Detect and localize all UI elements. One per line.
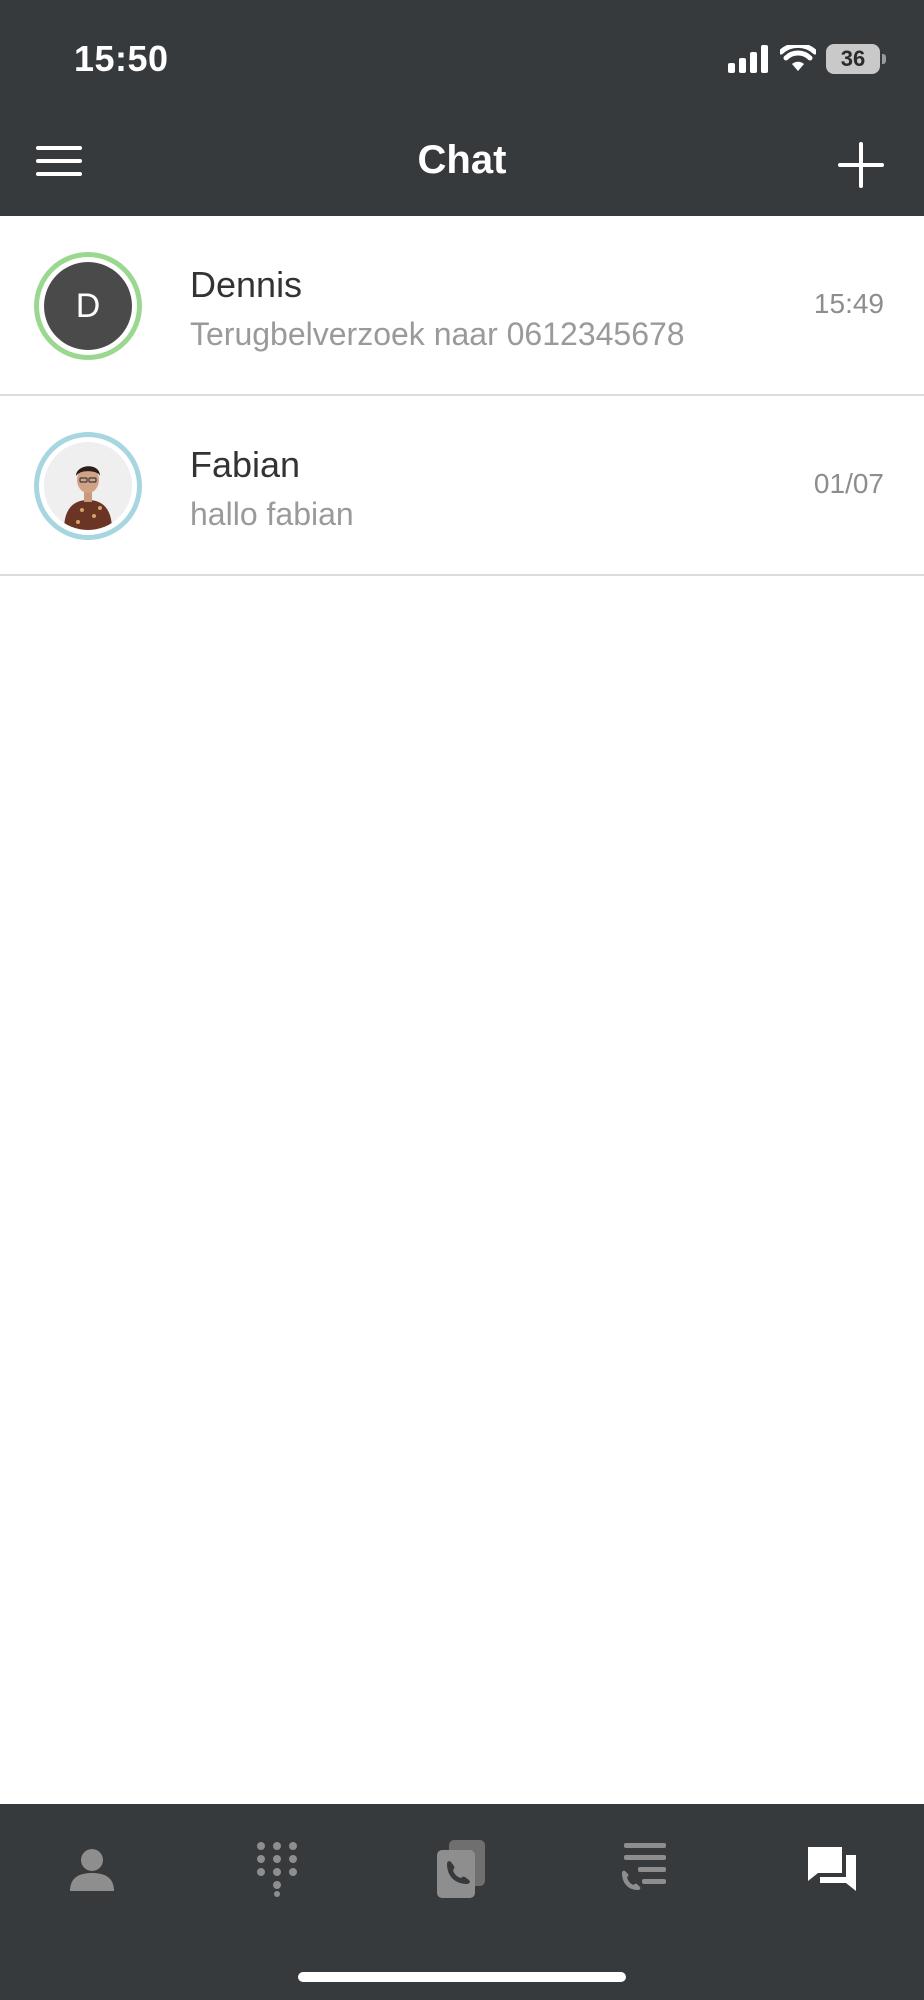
chat-contact-name: Dennis <box>190 264 303 305</box>
chat-timestamp: 01/07 <box>813 468 884 499</box>
battery-level: 36 <box>840 46 866 71</box>
add-chat-icon[interactable] <box>838 142 884 188</box>
home-indicator <box>298 1972 626 1982</box>
status-icons: 36 <box>728 40 886 78</box>
tab-history[interactable] <box>594 1834 694 1904</box>
wifi-icon <box>780 45 816 71</box>
chat-timestamp: 15:49 <box>813 288 884 319</box>
person-icon <box>70 1849 114 1891</box>
tab-calls[interactable] <box>410 1834 510 1904</box>
chat-last-message: Terugbelverzoek naar 0612345678 <box>190 316 685 352</box>
person-photo-icon <box>44 442 132 530</box>
phone-cards-icon <box>437 1840 485 1898</box>
battery-icon: 36 <box>826 44 886 74</box>
avatar-ring <box>34 432 142 540</box>
chat-contact-name: Fabian <box>190 444 301 485</box>
avatar-photo <box>44 442 132 530</box>
bottom-tab-bar <box>0 1804 924 2000</box>
tab-contacts[interactable] <box>42 1834 142 1904</box>
avatar: D <box>44 262 132 350</box>
avatar-ring: D <box>34 252 142 360</box>
chat-bubbles-icon <box>808 1847 856 1891</box>
cellular-signal-icon <box>728 45 768 73</box>
chat-list-item-dennis[interactable]: D Dennis Terugbelverzoek naar 0612345678… <box>0 216 924 396</box>
app-header: 15:50 36 Chat <box>0 0 924 216</box>
call-history-icon <box>622 1843 666 1890</box>
chat-list: D Dennis Terugbelverzoek naar 0612345678… <box>0 216 924 576</box>
chat-last-message: hallo fabian <box>190 496 354 532</box>
tab-dialpad[interactable] <box>227 1834 327 1904</box>
tab-chat[interactable] <box>782 1834 882 1904</box>
status-time: 15:50 <box>74 38 169 79</box>
page-title: Chat <box>417 138 507 182</box>
dialpad-icon <box>257 1842 297 1897</box>
chat-list-item-fabian[interactable]: Fabian hallo fabian 01/07 <box>0 396 924 576</box>
